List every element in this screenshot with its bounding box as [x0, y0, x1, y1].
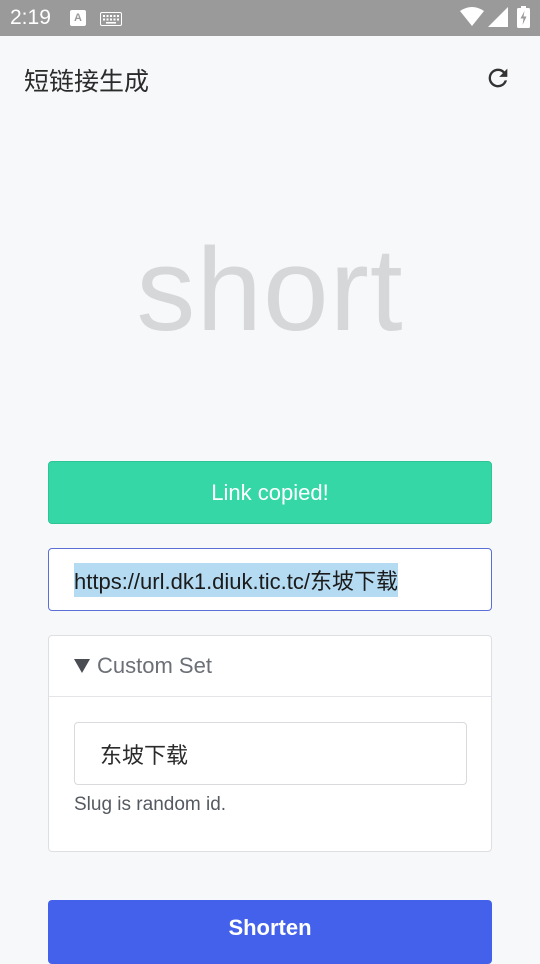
app-bar: 短链接生成	[0, 36, 540, 120]
custom-set-label: Custom Set	[97, 653, 212, 678]
status-time: 2:19	[10, 6, 51, 29]
refresh-button[interactable]	[482, 62, 514, 94]
status-bar: 2:19 A	[0, 0, 540, 36]
short-url-text[interactable]: https://url.dk1.diuk.tic.tc/东坡下载	[74, 562, 398, 597]
slug-help-text: Slug is random id.	[74, 794, 227, 815]
wifi-icon	[460, 7, 484, 31]
slug-input[interactable]: 东坡下载	[74, 722, 467, 785]
keyboard-icon	[100, 11, 122, 30]
link-copied-banner: Link copied!	[48, 461, 492, 524]
app-title: 短链接生成	[24, 67, 150, 96]
battery-charging-icon	[517, 6, 530, 32]
hero-logo-text: short	[136, 224, 404, 356]
input-method-badge: A	[70, 10, 86, 26]
shorten-button[interactable]: Shorten	[48, 900, 492, 964]
custom-set-panel: Custom Set 东坡下载 Slug is random id.	[48, 635, 492, 852]
short-url-field[interactable]: https://url.dk1.diuk.tic.tc/东坡下载	[48, 548, 492, 611]
signal-icon	[488, 7, 508, 31]
triangle-down-icon	[74, 659, 90, 673]
refresh-icon	[488, 68, 508, 88]
custom-set-toggle[interactable]: Custom Set	[49, 636, 491, 697]
